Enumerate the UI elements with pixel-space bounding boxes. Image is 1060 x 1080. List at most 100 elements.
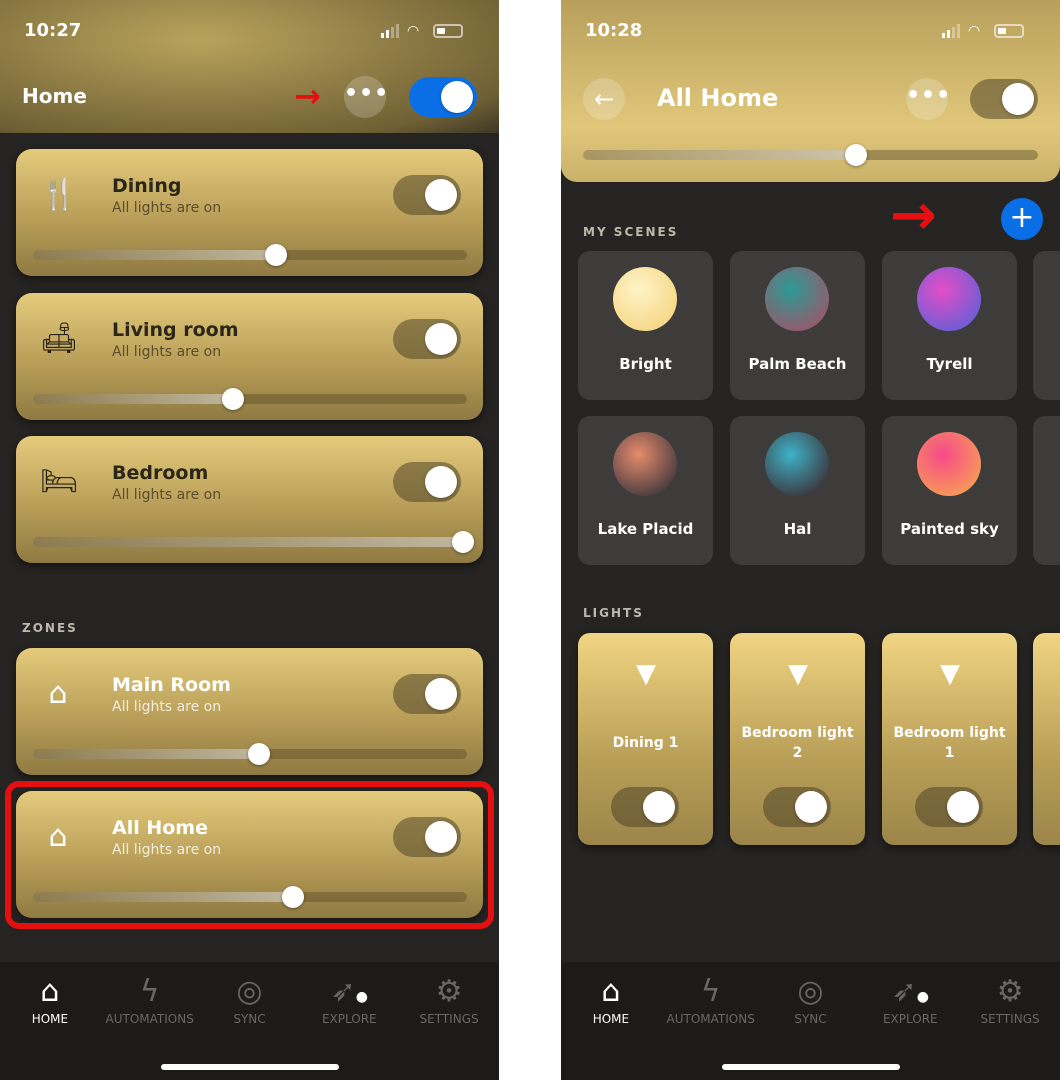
gear-icon: ⚙ (435, 974, 463, 1009)
lights-label: LIGHTS (583, 606, 644, 620)
sync-icon: ◎ (236, 974, 263, 1009)
bulb-icon: ▼ (940, 659, 960, 689)
scene-image (613, 267, 677, 331)
scene-name: Painted sky (900, 520, 999, 538)
lightning-icon: ϟ (139, 974, 160, 1009)
header: 10:27 ◠ Home ••• (0, 0, 499, 133)
zone-card-main-room[interactable]: ⌂ Main Room All lights are on (16, 648, 483, 775)
home-indicator (160, 1064, 339, 1070)
card-name: Dining (112, 175, 182, 197)
tab-label: SETTINGS (980, 1012, 1040, 1026)
tab-label: AUTOMATIONS (105, 1012, 194, 1026)
light-tile[interactable]: ▼ Bedroom light 2 (730, 633, 865, 845)
sofa-icon: 🛋 (40, 321, 79, 356)
card-toggle[interactable] (393, 674, 461, 714)
room-card-living-room[interactable]: 🛋 Living room All lights are on (16, 293, 483, 420)
room-card-bedroom[interactable]: 🛏 Bedroom All lights are on (16, 436, 483, 563)
house-icon: ⌂ (48, 676, 68, 711)
card-toggle[interactable] (393, 462, 461, 502)
scene-image (917, 432, 981, 496)
scene-tile[interactable]: Bright (578, 251, 713, 400)
tab-sync[interactable]: ◎ SYNC (200, 962, 300, 1080)
more-button[interactable]: ••• (344, 76, 388, 118)
brightness-slider[interactable] (33, 388, 467, 410)
fork-knife-icon: 🍴 (40, 177, 78, 212)
battery-icon (994, 24, 1024, 38)
scene-tile[interactable]: Palm Beach (730, 251, 865, 400)
annotation-highlight (5, 781, 494, 929)
status-time: 10:27 (24, 20, 82, 41)
bed-icon: 🛏 (40, 464, 79, 499)
tab-label: EXPLORE (321, 1012, 377, 1026)
light-toggle[interactable] (763, 787, 831, 827)
page-title: Home (22, 84, 87, 108)
scene-image (765, 432, 829, 496)
annotation-arrow: → (294, 77, 321, 115)
home-icon: ⌂ (40, 974, 60, 1009)
tab-settings[interactable]: ⚙ SETTINGS (399, 962, 499, 1080)
add-scene-button[interactable]: + (1001, 198, 1043, 240)
card-status: All lights are on (112, 487, 222, 503)
my-scenes-label: MY SCENES (583, 225, 679, 239)
tab-settings[interactable]: ⚙ SETTINGS (960, 962, 1060, 1080)
back-button[interactable]: ← (583, 78, 625, 120)
tab-explore[interactable]: ➶● EXPLORE (860, 962, 960, 1080)
status-icons: ◠ (942, 24, 1024, 38)
tab-label: HOME (592, 1012, 630, 1026)
back-arrow-icon: ← (593, 85, 615, 113)
light-tile[interactable]: ▼ Bedroom light 1 (882, 633, 1017, 845)
card-name: Main Room (112, 674, 231, 696)
signal-icon (381, 24, 399, 38)
scene-image (917, 267, 981, 331)
lightning-icon: ϟ (700, 974, 721, 1009)
wifi-icon: ◠ (968, 23, 981, 39)
card-toggle[interactable] (393, 175, 461, 215)
scene-name: Bright (619, 355, 672, 373)
brightness-slider[interactable] (33, 743, 467, 765)
scene-tile[interactable]: Tyrell (882, 251, 1017, 400)
scene-name: Palm Beach (748, 355, 847, 373)
light-tile-partial[interactable] (1033, 633, 1060, 845)
signal-icon (942, 24, 960, 38)
battery-icon (433, 24, 463, 38)
scene-name: Hal (783, 520, 812, 538)
card-status: All lights are on (112, 344, 222, 360)
tab-home[interactable]: ⌂ HOME (0, 962, 100, 1080)
tab-explore[interactable]: ➶● EXPLORE (299, 962, 399, 1080)
light-name: Bedroom light 2 (741, 725, 854, 761)
more-button[interactable]: ••• (906, 78, 950, 120)
light-toggle[interactable] (611, 787, 679, 827)
tab-bar: ⌂ HOME ϟ AUTOMATIONS ◎ SYNC ➶● EXPLORE ⚙ SETTINGS (0, 962, 499, 1080)
sync-icon: ◎ (797, 974, 824, 1009)
light-tile[interactable]: ▼ Dining 1 (578, 633, 713, 845)
header: 10:28 ◠ ← All Home ••• (561, 0, 1060, 182)
master-toggle[interactable] (409, 77, 477, 117)
bulb-icon: ▼ (788, 659, 808, 689)
tab-home[interactable]: ⌂ HOME (561, 962, 661, 1080)
all-home-toggle[interactable] (970, 79, 1038, 119)
brightness-slider[interactable] (583, 144, 1038, 166)
scene-name: Lake Placid (597, 520, 694, 538)
status-time: 10:28 (585, 20, 643, 41)
tab-automations[interactable]: ϟ AUTOMATIONS (661, 962, 761, 1080)
brightness-slider[interactable] (33, 244, 467, 266)
scene-tile-partial[interactable] (1033, 416, 1060, 565)
tab-automations[interactable]: ϟ AUTOMATIONS (100, 962, 200, 1080)
status-icons: ◠ (381, 24, 463, 38)
light-toggle[interactable] (915, 787, 983, 827)
room-card-dining[interactable]: 🍴 Dining All lights are on (16, 149, 483, 276)
scene-tile[interactable]: Painted sky (882, 416, 1017, 565)
scene-tile[interactable]: Hal (730, 416, 865, 565)
card-toggle[interactable] (393, 319, 461, 359)
scene-tile-partial[interactable] (1033, 251, 1060, 400)
brightness-slider[interactable] (33, 531, 474, 553)
annotation-arrow: → (890, 183, 937, 248)
scene-tile[interactable]: Lake Placid (578, 416, 713, 565)
gear-icon: ⚙ (996, 974, 1024, 1009)
tab-sync[interactable]: ◎ SYNC (761, 962, 861, 1080)
light-name: Dining 1 (612, 735, 679, 751)
light-name: Bedroom light 1 (893, 725, 1006, 761)
card-status: All lights are on (112, 699, 222, 715)
plus-icon: + (1009, 200, 1035, 235)
tab-label: HOME (31, 1012, 69, 1026)
